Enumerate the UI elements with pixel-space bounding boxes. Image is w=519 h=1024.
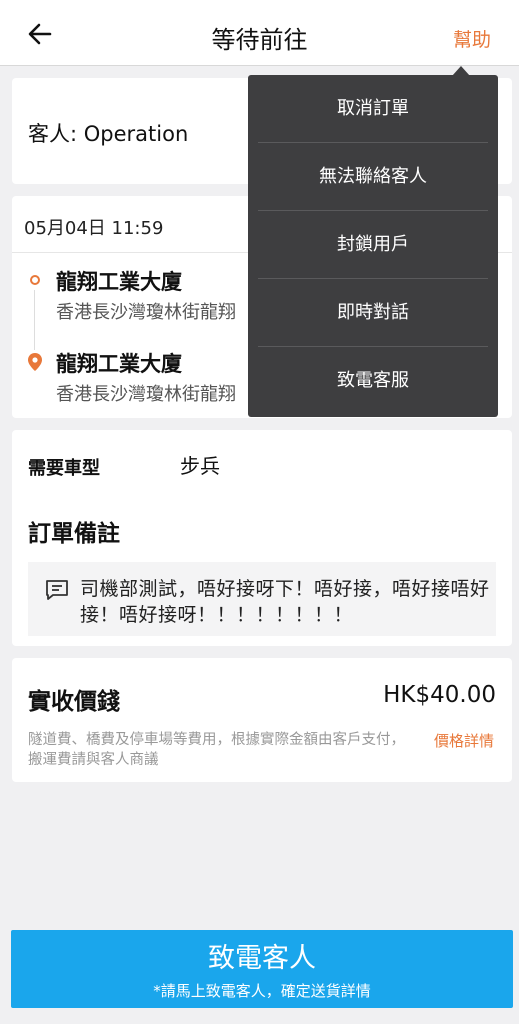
price-note: 隧道費、橋費及停車場等費用，根據實際金額由客戶支付，搬運費請與客人商議	[28, 732, 405, 768]
call-customer-button[interactable]: 致電客人 *請馬上致電客人，確定送貨詳情	[11, 930, 513, 1008]
pickup-address: 香港長沙灣瓊林街龍翔	[56, 302, 236, 323]
customer-label: 客人: Operation	[28, 122, 189, 146]
menu-item-cannot-contact[interactable]: 無法聯絡客人	[248, 143, 498, 211]
menu-item-block-user[interactable]: 封鎖用戶	[248, 211, 498, 279]
order-note-text: 司機部測試，唔好接呀下！唔好接，唔好接唔好接！唔好接呀！！！！！！！！	[80, 578, 490, 626]
top-bar: 等待前往 幫助	[0, 0, 519, 66]
help-dropdown-menu: 取消訂單 無法聯絡客人 封鎖用戶 即時對話 致電客服	[248, 75, 498, 417]
trip-datetime: 05月04日 11:59	[24, 218, 164, 239]
vehicle-type-label: 需要車型	[28, 458, 100, 479]
price-card: 實收價錢 HK$40.00 隧道費、橋費及停車場等費用，根據實際金額由客戶支付，…	[12, 658, 512, 782]
order-note-box: 司機部測試，唔好接呀下！唔好接，唔好接唔好接！唔好接呀！！！！！！！！	[28, 562, 496, 636]
vehicle-type-value: 步兵	[180, 454, 220, 478]
pickup-name: 龍翔工業大廈	[56, 270, 182, 294]
menu-item-call-support[interactable]: 致電客服	[248, 347, 498, 415]
route-line	[34, 290, 35, 350]
pickup-dot-icon	[30, 275, 40, 285]
menu-item-live-chat[interactable]: 即時對話	[248, 279, 498, 347]
call-customer-label: 致電客人	[208, 943, 316, 974]
order-details-card: 需要車型 步兵 訂單備註 司機部測試，唔好接呀下！唔好接，唔好接唔好接！唔好接呀…	[12, 430, 512, 646]
order-note-title: 訂單備註	[28, 521, 120, 547]
menu-item-cancel-order[interactable]: 取消訂單	[248, 75, 498, 143]
dropoff-address: 香港長沙灣瓊林街龍翔	[56, 384, 236, 405]
call-customer-sublabel: *請馬上致電客人，確定送貨詳情	[153, 982, 371, 1000]
comment-icon	[46, 580, 68, 600]
help-button[interactable]: 幫助	[453, 25, 491, 52]
price-label: 實收價錢	[28, 689, 120, 715]
page-title: 等待前往	[211, 26, 308, 54]
dropoff-pin-icon	[28, 353, 42, 371]
price-details-link[interactable]: 價格詳情	[434, 730, 494, 751]
dropoff-name: 龍翔工業大廈	[56, 352, 182, 376]
price-value: HK$40.00	[383, 682, 496, 708]
